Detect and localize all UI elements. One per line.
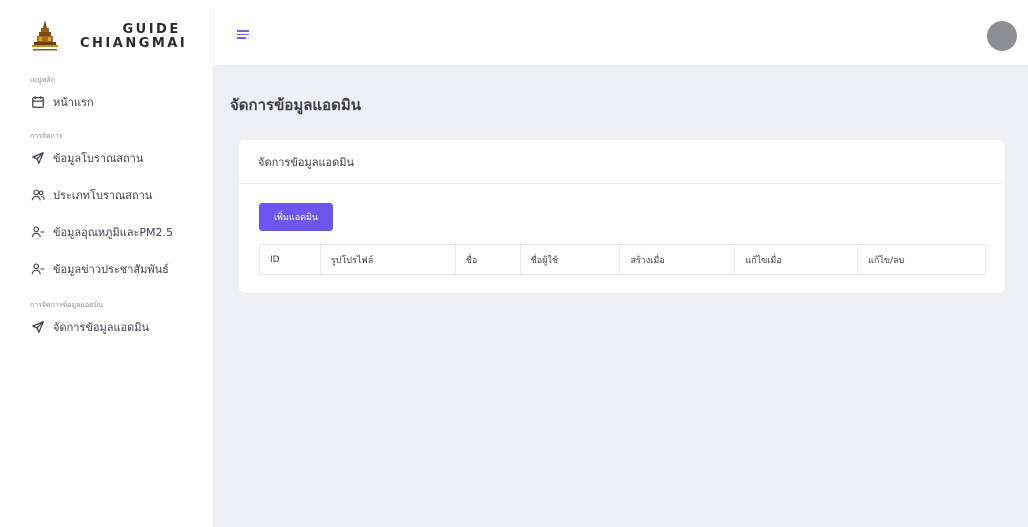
avatar[interactable] [987, 21, 1017, 51]
menu-toggle-icon[interactable] [237, 30, 249, 40]
user-minus-icon [30, 224, 46, 240]
sidebar-item-label: จัดการข้อมูลแอดมิน [53, 321, 150, 334]
add-admin-button[interactable]: เพิ่มแอดมิน [259, 203, 333, 231]
column-header-profile-image[interactable]: รูปโปรไฟล์ [319, 244, 456, 275]
sidebar-item-site-types[interactable]: ประเภทโบราณสถาน [0, 182, 213, 208]
brand-line1: GUIDE [122, 21, 181, 37]
column-header-id[interactable]: ID [259, 244, 321, 275]
sidebar: GUIDE CHIANGMAI เมนูหลัก หน้าแรก การจัดก… [0, 8, 214, 527]
temple-logo-icon [30, 19, 60, 55]
admin-card: จัดการข้อมูลแอดมิน เพิ่มแอดมิน ID รูปโปร… [239, 140, 1005, 293]
card-title: จัดการข้อมูลแอดมิน [239, 140, 1005, 184]
sidebar-item-label: ข้อมูลข่าวประชาสัมพันธ์ [53, 263, 169, 276]
column-header-created-at[interactable]: สร้างเมื่อ [619, 244, 736, 275]
brand[interactable]: GUIDE CHIANGMAI [0, 8, 213, 65]
column-header-name[interactable]: ชื่อ [454, 244, 521, 275]
send-icon [30, 150, 46, 166]
admin-table: ID รูปโปรไฟล์ ชื่อ ชื่อผู้ใช้ สร้างเมื่อ… [259, 244, 986, 275]
top-edge [0, 0, 1028, 8]
topbar [214, 8, 1028, 65]
column-header-username[interactable]: ชื่อผู้ใช้ [519, 244, 621, 275]
sidebar-item-admin[interactable]: จัดการข้อมูลแอดมิน [0, 314, 213, 340]
sidebar-item-news[interactable]: ข้อมูลข่าวประชาสัมพันธ์ [0, 256, 213, 282]
brand-line2: CHIANGMAI [80, 35, 188, 51]
calendar-icon [30, 94, 46, 110]
users-icon [30, 187, 46, 203]
column-header-updated-at[interactable]: แก้ไขเมื่อ [734, 244, 859, 275]
section-label-admin: การจัดการข้อมูลแอดมิน [30, 301, 104, 309]
column-header-actions[interactable]: แก้ไข/ลบ [857, 244, 986, 275]
table-header-row: ID รูปโปรไฟล์ ชื่อ ชื่อผู้ใช้ สร้างเมื่อ… [259, 244, 986, 275]
sidebar-item-label: หน้าแรก [53, 96, 94, 109]
brand-name: GUIDE CHIANGMAI [80, 21, 188, 51]
main-content: จัดการข้อมูลแอดมิน จัดการข้อมูลแอดมิน เพ… [214, 65, 1028, 527]
sidebar-item-label: ประเภทโบราณสถาน [53, 189, 153, 202]
sidebar-item-temperature-pm25[interactable]: ข้อมูลอุณหภูมิและPM2.5 [0, 219, 213, 245]
section-label-management: การจัดการ [30, 132, 63, 140]
section-label-main: เมนูหลัก [30, 76, 55, 84]
sidebar-item-label: ข้อมูลอุณหภูมิและPM2.5 [53, 226, 174, 239]
sidebar-item-label: ข้อมูลโบราณสถาน [53, 152, 144, 165]
sidebar-item-home[interactable]: หน้าแรก [0, 89, 213, 115]
send-icon [30, 319, 46, 335]
sidebar-item-sites[interactable]: ข้อมูลโบราณสถาน [0, 145, 213, 171]
user-minus-icon [30, 261, 46, 277]
page-title: จัดการข้อมูลแอดมิน [230, 96, 361, 114]
